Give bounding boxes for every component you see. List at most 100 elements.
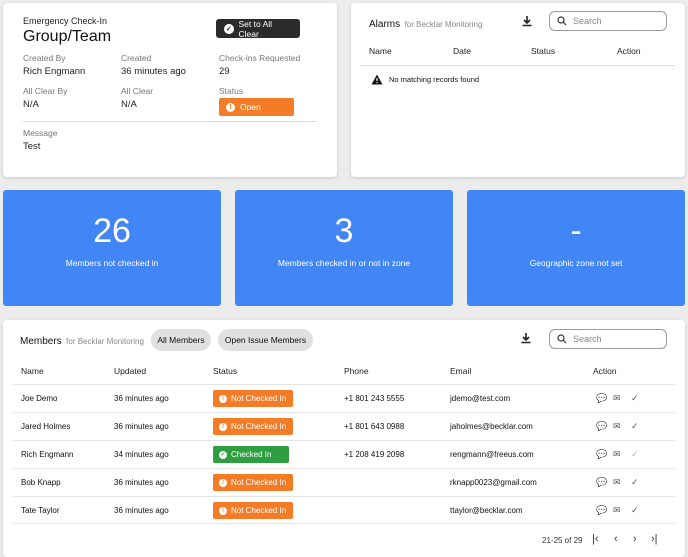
alarms-search-input[interactable]: Search [549, 11, 667, 31]
member-phone: +1 208 419 2098 [344, 450, 405, 459]
message-value: Test [23, 141, 41, 152]
member-status: Checked In [231, 450, 272, 459]
members-col-phone[interactable]: Phone [344, 366, 369, 376]
prev-page-icon[interactable]: ‹ [614, 533, 618, 545]
members-col-email[interactable]: Email [450, 366, 471, 376]
created-label: Created [121, 53, 152, 63]
created-field: Created 36 minutes ago [121, 53, 186, 77]
requested-value: 29 [219, 66, 230, 77]
member-name: Joe Demo [21, 394, 58, 403]
set-all-clear-label: Set to All Clear [238, 18, 273, 39]
mail-icon[interactable]: ✉ [613, 505, 621, 516]
members-col-name[interactable]: Name [21, 366, 44, 376]
warning-icon [371, 74, 383, 85]
stat-value: 3 [334, 212, 354, 250]
alert-icon: ! [219, 394, 227, 403]
member-email: jaholmes@becklar.com [450, 422, 533, 431]
members-col-status[interactable]: Status [213, 366, 237, 376]
mail-icon[interactable]: ✉ [613, 393, 621, 404]
stat-label: Members checked in or not in zone [277, 258, 411, 268]
alarms-card: Alarms for Becklar Monitoring Search Nam… [351, 3, 685, 177]
download-icon[interactable] [521, 14, 533, 27]
status-badge: ! Not Checked In [213, 502, 293, 519]
alarms-empty-row: No matching records found [371, 74, 479, 85]
created-by-label: Created By [23, 53, 66, 63]
member-status: Not Checked In [231, 422, 287, 431]
requested-field: Check-ins Requested 29 [219, 53, 300, 77]
checkin-title: Group/Team [23, 28, 112, 45]
table-row: Jared Holmes 36 minutes ago ! Not Checked… [13, 412, 675, 440]
message-label: Message [23, 128, 58, 138]
stat-checked-in-or-not-in-zone: 3 Members checked in or not in zone [235, 190, 453, 306]
member-updated: 36 minutes ago [114, 478, 169, 487]
all-clear-value: N/A [121, 99, 137, 110]
download-icon[interactable] [520, 331, 532, 344]
members-table-body: Joe Demo 36 minutes ago ! Not Checked In … [13, 384, 675, 526]
members-col-updated[interactable]: Updated [114, 366, 146, 376]
status-badge: ! Not Checked In [213, 418, 293, 435]
requested-label: Check-ins Requested [219, 53, 301, 63]
alert-icon: ! [226, 102, 235, 112]
tab-open-issue-members[interactable]: Open Issue Members [218, 329, 313, 351]
set-all-clear-button[interactable]: ✓ Set to All Clear [216, 18, 300, 39]
alarms-empty-message: No matching records found [389, 75, 480, 84]
check-icon[interactable]: ✓ [631, 477, 639, 488]
table-row: Joe Demo 36 minutes ago ! Not Checked In … [13, 384, 675, 412]
status-badge: ✓ Checked In [213, 446, 289, 463]
member-updated: 36 minutes ago [114, 394, 169, 403]
alert-icon: ! [219, 478, 227, 487]
last-page-icon[interactable]: ›| [651, 533, 658, 545]
alarms-col-status[interactable]: Status [531, 46, 555, 56]
chat-icon[interactable]: 💬 [596, 421, 607, 432]
members-card: Members for Becklar Monitoring All Membe… [3, 320, 685, 557]
alarms-col-name[interactable]: Name [369, 46, 392, 56]
check-icon[interactable]: ✓ [631, 393, 639, 404]
check-icon: ✓ [631, 449, 639, 459]
mail-icon[interactable]: ✉ [613, 449, 621, 460]
chat-icon[interactable]: 💬 [596, 393, 607, 404]
message-field: Message Test [23, 128, 58, 152]
stat-value: - [570, 212, 582, 250]
alarms-col-date[interactable]: Date [453, 46, 471, 56]
alarms-title: Alarms [369, 19, 401, 30]
stat-value: 26 [93, 212, 131, 250]
divider [23, 121, 317, 122]
members-for-text: for Becklar Monitoring [66, 337, 144, 346]
member-phone: +1 801 643 0988 [344, 422, 405, 431]
check-icon[interactable]: ✓ [631, 505, 639, 516]
next-page-icon[interactable]: › [633, 533, 637, 545]
mail-icon[interactable]: ✉ [613, 421, 621, 432]
alarms-header: Alarms for Becklar Monitoring [369, 14, 482, 32]
members-search-placeholder: Search [573, 334, 602, 344]
alarms-col-action: Action [617, 46, 641, 56]
first-page-icon[interactable]: |‹ [592, 533, 599, 545]
chat-icon[interactable]: 💬 [596, 477, 607, 488]
member-status: Not Checked In [231, 394, 287, 403]
created-value: 36 minutes ago [121, 66, 186, 77]
all-clear-by-label: All Clear By [23, 86, 68, 96]
member-email: jdemo@test.com [450, 394, 511, 403]
member-name: Tate Taylor [21, 506, 60, 515]
alarms-for-text: for Becklar Monitoring [404, 20, 483, 29]
stat-geographic-zone: - Geographic zone not set [467, 190, 685, 306]
member-email: ttaylor@becklar.com [450, 506, 523, 515]
members-col-action: Action [593, 366, 617, 376]
table-row: Bob Knapp 36 minutes ago ! Not Checked In… [13, 468, 675, 496]
members-search-input[interactable]: Search [549, 329, 667, 349]
tab-all-members[interactable]: All Members [151, 329, 211, 351]
check-icon[interactable]: ✓ [631, 421, 639, 432]
mail-icon[interactable]: ✉ [613, 477, 621, 488]
all-clear-by-field: All Clear By N/A [23, 86, 67, 110]
chat-icon[interactable]: 💬 [596, 449, 607, 460]
stat-not-checked-in: 26 Members not checked in [3, 190, 221, 306]
all-clear-by-value: N/A [23, 99, 39, 110]
table-row: Tate Taylor 36 minutes ago ! Not Checked … [13, 496, 675, 524]
stat-label: Members not checked in [65, 258, 159, 268]
check-circle-icon: ✓ [219, 450, 227, 459]
checkin-subtitle: Emergency Check-In [23, 16, 108, 26]
pagination-info: 21-25 of 29 [542, 536, 583, 545]
member-name: Bob Knapp [21, 478, 61, 487]
chat-icon[interactable]: 💬 [596, 505, 607, 516]
alert-icon: ! [219, 506, 227, 515]
checkin-card: Emergency Check-In Group/Team ✓ Set to A… [3, 3, 337, 177]
